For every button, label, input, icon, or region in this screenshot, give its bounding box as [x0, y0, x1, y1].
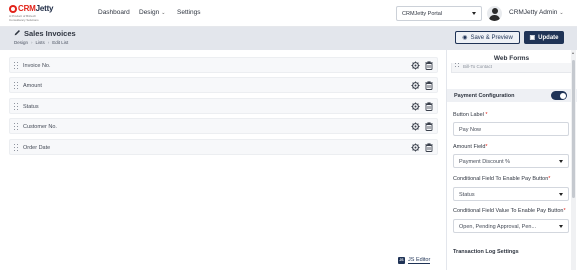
payment-config-label: Payment Configuration [454, 93, 515, 99]
drag-handle-icon[interactable] [14, 82, 18, 90]
amount-field-value: Payment Discount % [459, 159, 511, 165]
trash-icon[interactable] [425, 61, 433, 70]
drag-handle-icon[interactable] [14, 123, 18, 131]
trash-icon[interactable] [425, 81, 433, 90]
breadcrumb-design[interactable]: Design [14, 40, 28, 45]
amount-field-label: Amount Field* [453, 144, 488, 150]
panel-list-item-label: Bill-To Contact [463, 64, 493, 69]
field-label: Customer No. [23, 124, 57, 130]
js-icon: JS [398, 256, 405, 264]
field-row[interactable]: Order Date [9, 139, 438, 155]
field-row[interactable]: Status [9, 98, 438, 114]
js-editor-button[interactable]: JS JS Editor [398, 255, 431, 265]
logo-tagline-2: Consultancy Solutions [9, 18, 39, 22]
gear-icon[interactable] [411, 122, 420, 131]
caret-down-icon [559, 160, 563, 163]
button-label-value: Pay Now [459, 127, 482, 133]
logo-text-dark: Jetty [35, 4, 54, 13]
field-label: Invoice No. [23, 63, 51, 69]
save-preview-label: Save & Preview [470, 34, 513, 41]
breadcrumb-edit-list: Edit List [52, 40, 69, 45]
payment-config-toggle[interactable] [551, 91, 567, 100]
drag-handle-icon[interactable] [14, 103, 18, 111]
gear-icon[interactable] [411, 61, 420, 70]
cond-value-value: Open, Pending Approval, Pen... [459, 224, 537, 230]
nav-settings[interactable]: Settings [177, 9, 201, 16]
caret-down-icon [559, 193, 563, 196]
transaction-log-heading: Transaction Log Settings [453, 249, 519, 255]
field-row[interactable]: Amount [9, 77, 438, 93]
gear-icon[interactable] [411, 102, 420, 111]
field-label: Status [23, 104, 39, 110]
page-title: Sales Invoices [24, 29, 76, 38]
eye-icon: ◉ [462, 35, 468, 41]
user-name: CRMJetty Admin [509, 9, 558, 16]
field-row[interactable]: Invoice No. [9, 57, 438, 73]
trash-icon[interactable] [425, 102, 433, 111]
avatar[interactable] [487, 6, 502, 21]
button-label-label: Button Label * [453, 112, 488, 118]
drag-handle-icon[interactable] [14, 62, 18, 70]
field-row[interactable]: Customer No. [9, 118, 438, 134]
amount-field-select[interactable]: Payment Discount % [453, 154, 569, 168]
cond-value-label: Conditional Field Value To Enable Pay Bu… [453, 208, 566, 214]
cond-value-select[interactable]: Open, Pending Approval, Pen... [453, 219, 569, 233]
cond-field-value: Status [459, 192, 475, 198]
field-label: Order Date [23, 145, 51, 151]
save-disk-icon: ▣ [529, 35, 536, 41]
scrollbar-thumb[interactable] [572, 60, 575, 198]
update-label: Update [538, 34, 559, 41]
drag-handle-icon[interactable] [455, 63, 459, 71]
pencil-icon [14, 30, 20, 36]
trash-icon[interactable] [425, 143, 433, 152]
crmjetty-logo[interactable]: CRMJetty A Product of Biztech Consultanc… [9, 3, 59, 23]
save-preview-button[interactable]: ◉ Save & Preview [455, 31, 520, 44]
panel-title: Web Forms [493, 55, 530, 62]
js-editor-label: JS Editor [408, 256, 431, 264]
settings-panel: Web Forms Bill-To Contact Payment Config… [446, 50, 577, 270]
logo-mark-icon [9, 4, 17, 13]
gear-icon[interactable] [411, 81, 420, 90]
caret-down-icon [472, 12, 476, 15]
scroll-up-icon[interactable] [572, 52, 574, 54]
field-label: Amount [23, 83, 42, 89]
nav-design-label: Design [139, 9, 160, 16]
breadcrumb-lists[interactable]: Lists [36, 40, 45, 45]
nav-design[interactable]: Design ⌄ [139, 9, 165, 16]
breadcrumb: Design › Lists › Edit List [14, 40, 69, 45]
drag-handle-icon[interactable] [14, 144, 18, 152]
user-menu[interactable]: CRMJetty Admin ⌄ [509, 9, 564, 16]
nav-dashboard[interactable]: Dashboard [98, 9, 130, 16]
chevron-down-icon: ⌄ [161, 10, 166, 16]
cond-field-select[interactable]: Status [453, 187, 569, 201]
portal-select-value: CRMJetty Portal [402, 11, 443, 17]
cond-field-label: Conditional Field To Enable Pay Button* [453, 176, 551, 182]
update-button[interactable]: ▣ Update [524, 31, 564, 44]
top-navbar: CRMJetty A Product of Biztech Consultanc… [0, 0, 577, 27]
logo-text-red: CRM [18, 4, 36, 13]
trash-icon[interactable] [425, 122, 433, 131]
caret-down-icon [559, 225, 563, 228]
panel-scrollbar[interactable] [571, 50, 576, 270]
portal-select[interactable]: CRMJetty Portal [396, 6, 482, 21]
gear-icon[interactable] [411, 143, 420, 152]
button-label-input[interactable]: Pay Now [453, 122, 569, 136]
chevron-down-icon: ⌄ [559, 10, 564, 16]
panel-list-item[interactable]: Bill-To Contact [451, 63, 573, 73]
